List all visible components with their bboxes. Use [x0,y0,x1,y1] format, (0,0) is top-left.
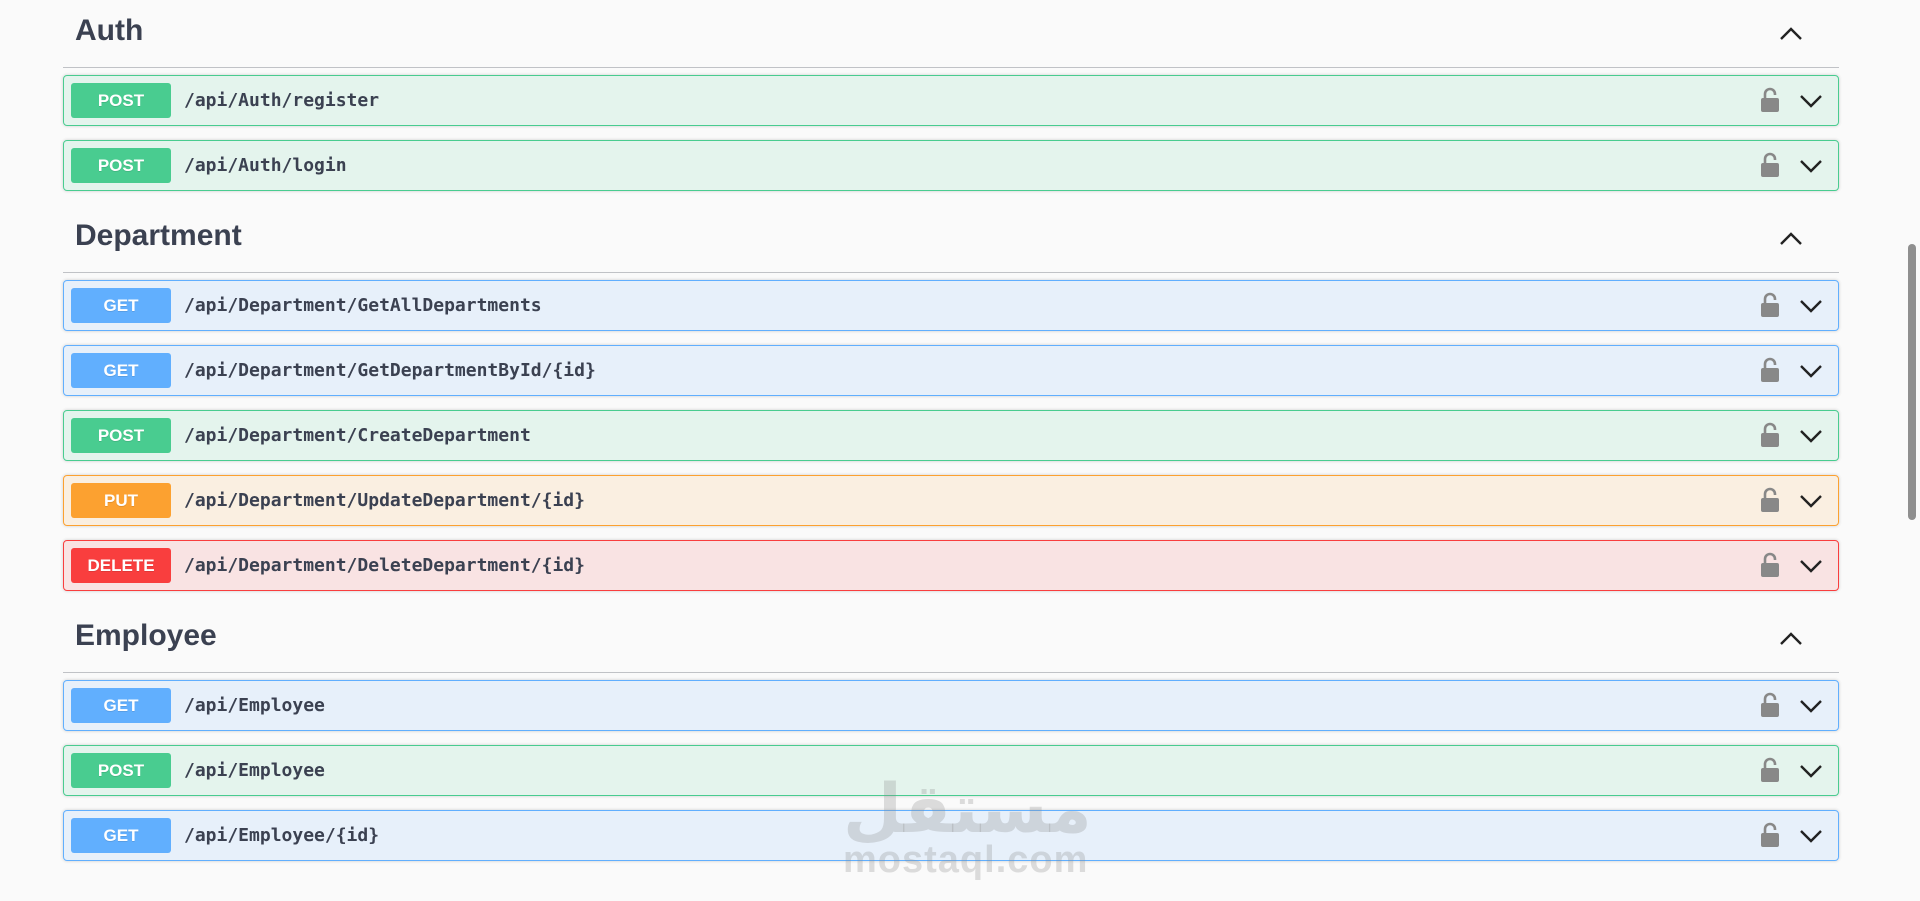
chevron-down-icon[interactable] [1798,823,1824,849]
scrollbar-thumb[interactable] [1908,244,1916,520]
lock-icon[interactable] [1760,551,1780,579]
operation-row[interactable]: GET /api/Department/GetDepartmentById/{i… [63,345,1839,396]
lock-icon[interactable] [1760,486,1780,514]
chevron-up-icon[interactable] [1777,225,1805,253]
operation-row[interactable]: GET /api/Employee [63,680,1839,731]
lock-icon[interactable] [1760,821,1780,849]
operation-row[interactable]: GET /api/Employee/{id} [63,810,1839,861]
operation-path: /api/Employee [184,695,325,716]
operation-path: /api/Auth/register [184,90,380,111]
operation-path: /api/Department/CreateDepartment [184,425,531,446]
chevron-down-icon[interactable] [1798,153,1824,179]
method-badge: POST [71,418,171,453]
section-header[interactable]: Auth [63,0,1839,68]
chevron-up-icon[interactable] [1777,20,1805,48]
lock-icon[interactable] [1760,291,1780,319]
operation-row[interactable]: POST /api/Auth/login [63,140,1839,191]
lock-icon[interactable] [1760,151,1780,179]
operation-path: /api/Department/GetAllDepartments [184,295,542,316]
lock-icon[interactable] [1760,86,1780,114]
lock-icon[interactable] [1760,756,1780,784]
chevron-down-icon[interactable] [1798,758,1824,784]
chevron-down-icon[interactable] [1798,358,1824,384]
operation-path: /api/Department/GetDepartmentById/{id} [184,360,596,381]
operation-path: /api/Department/UpdateDepartment/{id} [184,490,585,511]
operation-row[interactable]: POST /api/Employee [63,745,1839,796]
method-badge: POST [71,148,171,183]
chevron-up-icon[interactable] [1777,625,1805,653]
section-header[interactable]: Employee [63,605,1839,673]
chevron-down-icon[interactable] [1798,693,1824,719]
chevron-down-icon[interactable] [1798,488,1824,514]
operations-list: Auth POST /api/Auth/register POST /api/A… [63,0,1839,875]
method-badge: DELETE [71,548,171,583]
operation-path: /api/Auth/login [184,155,347,176]
swagger-page: Auth POST /api/Auth/register POST /api/A… [0,0,1920,901]
chevron-down-icon[interactable] [1798,553,1824,579]
lock-icon[interactable] [1760,356,1780,384]
section-title: Auth [75,14,144,47]
chevron-down-icon[interactable] [1798,88,1824,114]
chevron-down-icon[interactable] [1798,293,1824,319]
method-badge: PUT [71,483,171,518]
operation-row[interactable]: PUT /api/Department/UpdateDepartment/{id… [63,475,1839,526]
operation-row[interactable]: POST /api/Auth/register [63,75,1839,126]
chevron-down-icon[interactable] [1798,423,1824,449]
method-badge: GET [71,353,171,388]
operation-row[interactable]: POST /api/Department/CreateDepartment [63,410,1839,461]
tag-section-auth: Auth POST /api/Auth/register POST /api/A… [63,0,1839,191]
operation-path: /api/Employee [184,760,325,781]
method-badge: POST [71,753,171,788]
section-title: Department [75,219,242,252]
operation-row[interactable]: DELETE /api/Department/DeleteDepartment/… [63,540,1839,591]
lock-icon[interactable] [1760,421,1780,449]
operation-row[interactable]: GET /api/Department/GetAllDepartments [63,280,1839,331]
method-badge: GET [71,818,171,853]
section-title: Employee [75,619,217,652]
operation-path: /api/Department/DeleteDepartment/{id} [184,555,585,576]
operation-path: /api/Employee/{id} [184,825,380,846]
tag-section-department: Department GET /api/Department/GetAllDep… [63,205,1839,591]
tag-section-employee: Employee GET /api/Employee POST /api/Emp… [63,605,1839,861]
lock-icon[interactable] [1760,691,1780,719]
vertical-scrollbar[interactable] [1903,0,1920,901]
method-badge: GET [71,288,171,323]
method-badge: GET [71,688,171,723]
method-badge: POST [71,83,171,118]
section-header[interactable]: Department [63,205,1839,273]
